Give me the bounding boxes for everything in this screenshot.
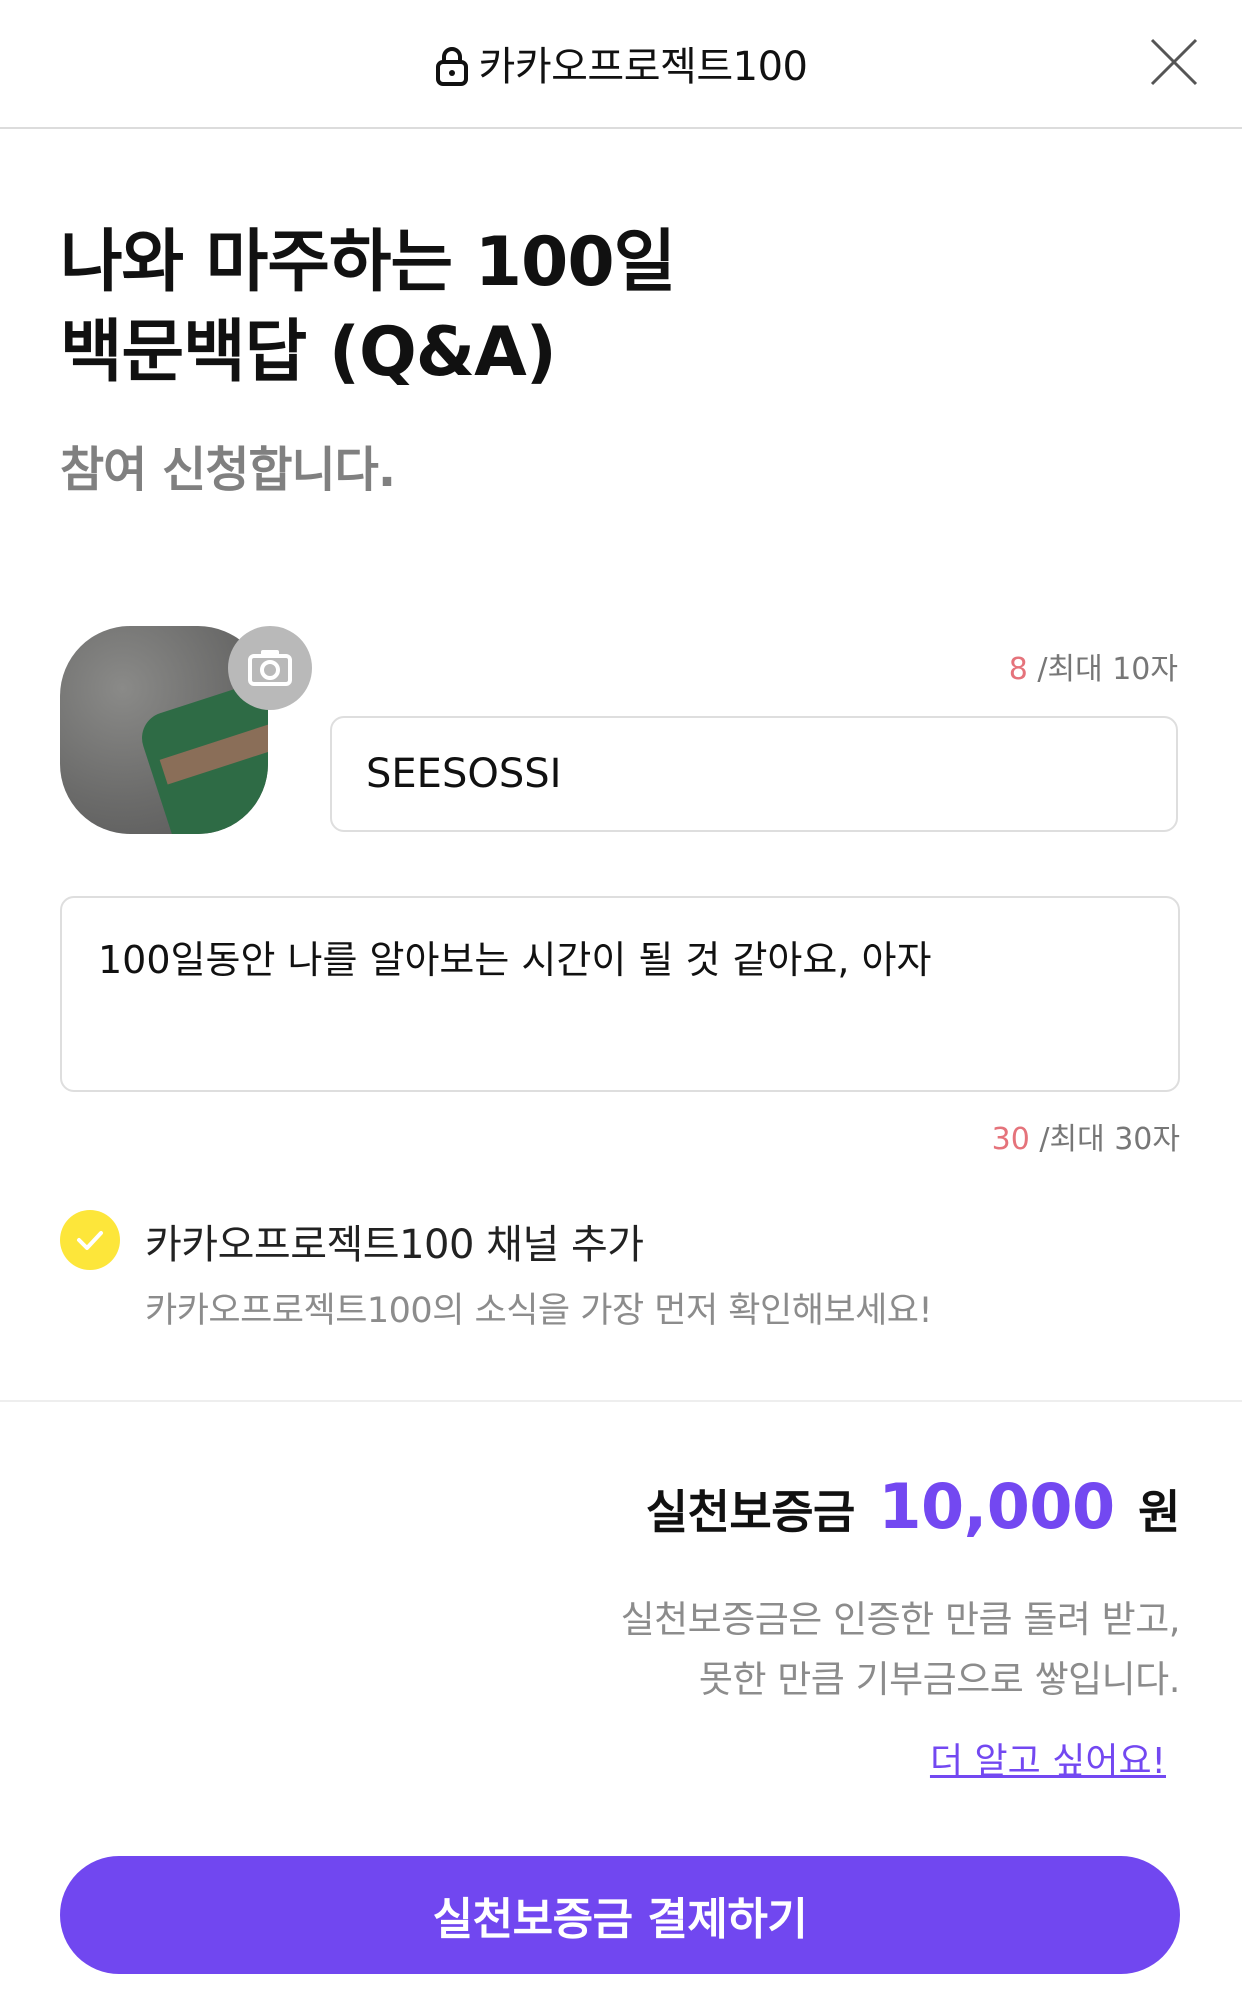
intro-max: /최대 30자 xyxy=(1039,1122,1180,1157)
project-title: 나와 마주하는 100일 백문백답 (Q&A) xyxy=(60,218,676,398)
deposit-amount: 10,000 xyxy=(878,1470,1115,1543)
pay-deposit-button[interactable]: 실천보증금 결제하기 xyxy=(60,1856,1180,1974)
divider xyxy=(0,1400,1242,1402)
project-title-line1: 나와 마주하는 100일 xyxy=(60,223,676,302)
deposit-description: 실천보증금은 인증한 만큼 돌려 받고, 못한 만큼 기부금으로 쌓입니다. xyxy=(620,1590,1181,1710)
project-title-line2: 백문백답 (Q&A) xyxy=(60,313,557,392)
nickname-count: 8 xyxy=(1008,652,1028,687)
channel-checkbox[interactable] xyxy=(60,1210,120,1270)
camera-icon xyxy=(248,650,292,686)
camera-button[interactable] xyxy=(228,626,312,710)
header-title-wrap: 카카오프로젝트100 xyxy=(0,34,1242,92)
deposit-label: 실천보증금 xyxy=(645,1485,856,1539)
deposit-summary: 실천보증금 10,000 원 xyxy=(645,1470,1181,1543)
nickname-input[interactable]: SEESOSSI xyxy=(330,716,1178,832)
intro-count: 30 xyxy=(991,1122,1030,1157)
apply-subtitle: 참여 신청합니다. xyxy=(60,442,396,498)
channel-description: 카카오프로젝트100의 소식을 가장 먼저 확인해보세요! xyxy=(145,1291,933,1331)
deposit-unit: 원 xyxy=(1138,1485,1180,1539)
close-icon[interactable] xyxy=(1146,34,1202,90)
top-bar: 카카오프로젝트100 xyxy=(0,0,1242,129)
nickname-counter: 8 /최대 10자 xyxy=(1009,644,1178,688)
check-icon xyxy=(77,1231,103,1250)
learn-more-link[interactable]: 더 알고 싶어요! xyxy=(930,1732,1166,1784)
lock-icon xyxy=(435,47,468,86)
nickname-max: /최대 10자 xyxy=(1037,652,1178,687)
intro-counter: 30 /최대 30자 xyxy=(992,1114,1180,1158)
deposit-desc-line1: 실천보증금은 인증한 만큼 돌려 받고, xyxy=(620,1598,1181,1641)
channel-label: 카카오프로젝트100 채널 추가 xyxy=(145,1222,644,1268)
page-title: 카카오프로젝트100 xyxy=(478,44,808,90)
deposit-desc-line2: 못한 만큼 기부금으로 쌓입니다. xyxy=(698,1658,1181,1701)
intro-textarea[interactable]: 100일동안 나를 알아보는 시간이 될 것 같아요, 아자 xyxy=(60,896,1180,1092)
